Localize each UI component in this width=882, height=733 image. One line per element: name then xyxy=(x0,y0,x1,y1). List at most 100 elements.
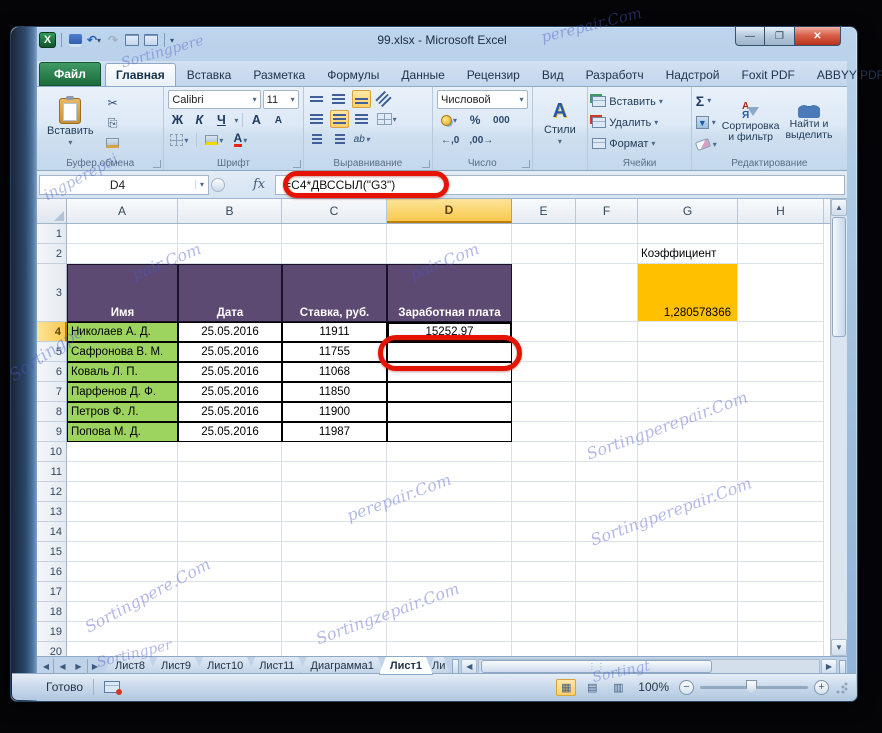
font-color-button[interactable]: А ▾ xyxy=(231,131,249,149)
cell-H11[interactable] xyxy=(738,462,824,482)
cell-E17[interactable] xyxy=(512,582,576,602)
scroll-down-icon[interactable]: ▼ xyxy=(831,639,847,656)
cell-H6[interactable] xyxy=(738,362,824,382)
cell-H7[interactable] xyxy=(738,382,824,402)
cell-C16[interactable] xyxy=(282,562,387,582)
align-bottom-button[interactable] xyxy=(351,90,371,108)
cell-C6[interactable]: 11068 xyxy=(282,362,387,382)
cell-F16[interactable] xyxy=(576,562,638,582)
cell-H3[interactable] xyxy=(738,264,824,322)
cell-H9[interactable] xyxy=(738,422,824,442)
cell-F17[interactable] xyxy=(576,582,638,602)
cell-E6[interactable] xyxy=(512,362,576,382)
cell-F19[interactable] xyxy=(576,622,638,642)
cell-F10[interactable] xyxy=(576,442,638,462)
cell-D3[interactable]: Заработная плата xyxy=(387,264,512,322)
cell-C1[interactable] xyxy=(282,224,387,244)
row-header-10[interactable]: 10 xyxy=(37,442,67,462)
cell-E13[interactable] xyxy=(512,502,576,522)
row-header-7[interactable]: 7 xyxy=(37,382,67,402)
cell-A15[interactable] xyxy=(67,542,178,562)
cell-F14[interactable] xyxy=(576,522,638,542)
cell-D11[interactable] xyxy=(387,462,512,482)
ribbon-tab-надстрой[interactable]: Надстрой xyxy=(655,63,731,86)
cell-C3[interactable]: Ставка, руб. xyxy=(282,264,387,322)
merge-center-button[interactable]: ▾ xyxy=(375,110,399,128)
cell-H14[interactable] xyxy=(738,522,824,542)
cell-F7[interactable] xyxy=(576,382,638,402)
cell-D12[interactable] xyxy=(387,482,512,502)
ribbon-tab-файл[interactable]: Файл xyxy=(39,62,101,86)
font-size-combo[interactable]: 11 ▾ xyxy=(262,90,299,109)
cell-E19[interactable] xyxy=(512,622,576,642)
page-layout-view-button[interactable]: ▤ xyxy=(582,679,602,696)
cell-C7[interactable]: 11850 xyxy=(282,382,387,402)
cell-G7[interactable] xyxy=(638,382,738,402)
clipboard-dialog-launcher[interactable] xyxy=(153,160,162,168)
cell-A4[interactable]: Николаев А. Д. xyxy=(67,322,178,342)
cell-A8[interactable]: Петров Ф. Л. xyxy=(67,402,178,422)
orientation-button[interactable] xyxy=(375,90,393,108)
cell-A19[interactable] xyxy=(67,622,178,642)
cell-F13[interactable] xyxy=(576,502,638,522)
cell-A16[interactable] xyxy=(67,562,178,582)
number-dialog-launcher[interactable] xyxy=(521,160,530,168)
cell-D9[interactable] xyxy=(387,422,512,442)
accounting-format-button[interactable]: ▾ xyxy=(439,111,459,129)
cell-G8[interactable] xyxy=(638,402,738,422)
zoom-level[interactable]: 100% xyxy=(638,680,669,694)
row-header-8[interactable]: 8 xyxy=(37,402,67,422)
cell-H17[interactable] xyxy=(738,582,824,602)
percent-style-button[interactable]: % xyxy=(466,111,484,129)
cell-B14[interactable] xyxy=(178,522,282,542)
cell-G17[interactable] xyxy=(638,582,738,602)
zoom-in-button[interactable]: + xyxy=(814,679,829,695)
first-sheet-button[interactable]: ◀ xyxy=(39,658,54,674)
align-center-button[interactable] xyxy=(329,110,349,128)
cell-A9[interactable]: Попова М. Д. xyxy=(67,422,178,442)
alignment-dialog-launcher[interactable] xyxy=(422,160,431,168)
zoom-slider[interactable] xyxy=(700,679,808,694)
cell-F4[interactable] xyxy=(576,322,638,342)
increase-decimal-button[interactable]: ←,0 xyxy=(439,131,461,149)
cell-B8[interactable]: 25.05.2016 xyxy=(178,402,282,422)
ribbon-tab-главная[interactable]: Главная xyxy=(104,63,176,86)
cell-A13[interactable] xyxy=(67,502,178,522)
cell-B4[interactable]: 25.05.2016 xyxy=(178,322,282,342)
column-header-D[interactable]: D xyxy=(387,199,512,223)
tab-split-handle[interactable] xyxy=(452,659,460,674)
underline-button[interactable]: Ч xyxy=(212,111,230,129)
copy-button[interactable]: ⎘ xyxy=(104,114,122,132)
row-header-6[interactable]: 6 xyxy=(37,362,67,382)
cell-D2[interactable] xyxy=(387,244,512,264)
fill-button[interactable]: ▼ ▾ xyxy=(695,113,717,132)
decrease-indent-button[interactable] xyxy=(308,130,326,148)
vertical-scroll-thumb[interactable] xyxy=(832,217,846,337)
cell-F15[interactable] xyxy=(576,542,638,562)
cell-H13[interactable] xyxy=(738,502,824,522)
cell-E8[interactable] xyxy=(512,402,576,422)
cell-E16[interactable] xyxy=(512,562,576,582)
cell-H5[interactable] xyxy=(738,342,824,362)
ribbon-tab-данные[interactable]: Данные xyxy=(390,63,455,86)
cell-H8[interactable] xyxy=(738,402,824,422)
last-sheet-button[interactable]: ▶ xyxy=(87,658,102,674)
format-cells-button[interactable]: Формат ▾ xyxy=(592,134,687,153)
cell-B6[interactable]: 25.05.2016 xyxy=(178,362,282,382)
shrink-font-button[interactable]: А xyxy=(269,111,287,129)
column-header-F[interactable]: F xyxy=(576,199,638,223)
align-left-button[interactable] xyxy=(308,110,326,128)
cell-H10[interactable] xyxy=(738,442,824,462)
cell-A18[interactable] xyxy=(67,602,178,622)
cell-H12[interactable] xyxy=(738,482,824,502)
cell-G6[interactable] xyxy=(638,362,738,382)
cell-C2[interactable] xyxy=(282,244,387,264)
cell-E4[interactable] xyxy=(512,322,576,342)
cell-C9[interactable]: 11987 xyxy=(282,422,387,442)
cell-F12[interactable] xyxy=(576,482,638,502)
row-header-2[interactable]: 2 xyxy=(37,244,67,264)
normal-view-button[interactable]: ▦ xyxy=(556,678,577,696)
styles-button[interactable]: А Стили ▾ xyxy=(538,98,582,148)
increase-indent-button[interactable] xyxy=(330,130,348,148)
cell-G14[interactable] xyxy=(638,522,738,542)
